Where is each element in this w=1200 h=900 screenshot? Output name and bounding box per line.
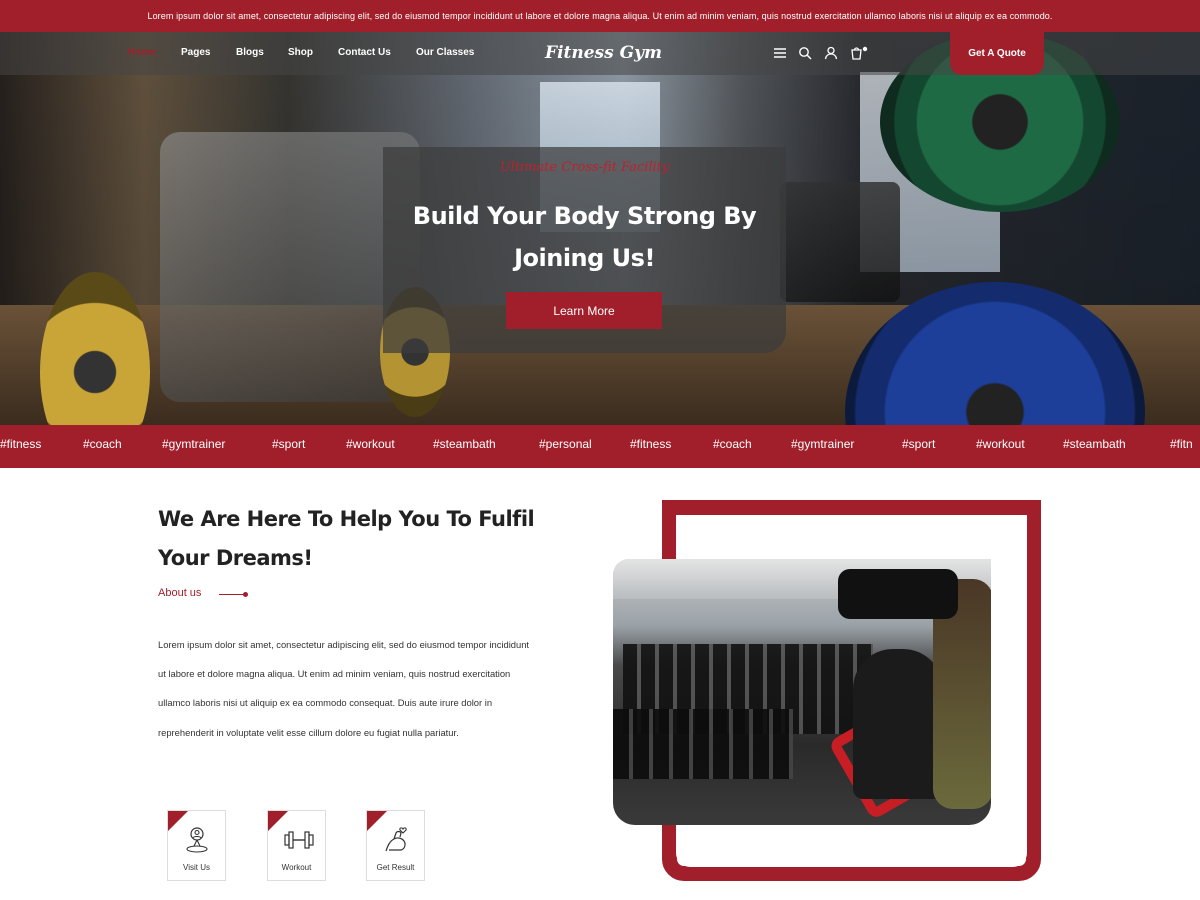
feature-label: Get Result bbox=[376, 863, 415, 872]
hashtag-marquee: #fitness #coach #gymtrainer #sport #work… bbox=[0, 425, 1200, 468]
about-divider-line bbox=[219, 594, 245, 595]
nav-item-our-classes[interactable]: Our Classes bbox=[416, 47, 474, 58]
hashtag[interactable]: #fitn bbox=[1170, 437, 1193, 451]
photo-dumbbell bbox=[838, 569, 958, 619]
hashtag[interactable]: #coach bbox=[83, 437, 122, 451]
menu-icon[interactable] bbox=[773, 46, 787, 60]
site-logo[interactable]: Fitness Gym bbox=[545, 43, 662, 63]
feature-label: Visit Us bbox=[183, 863, 210, 872]
photo-dumbbell-rack bbox=[613, 709, 793, 779]
cart-icon[interactable] bbox=[850, 46, 868, 60]
nav-item-pages[interactable]: Pages bbox=[181, 47, 210, 58]
main-navigation: Home Pages Blogs Shop Contact Us Our Cla… bbox=[0, 32, 1200, 75]
about-us-label: About us bbox=[158, 587, 202, 599]
feature-card-workout[interactable]: Workout bbox=[267, 810, 326, 881]
nav-item-blogs[interactable]: Blogs bbox=[236, 47, 264, 58]
user-icon[interactable] bbox=[824, 46, 838, 60]
dumbbell-icon bbox=[284, 825, 314, 855]
hashtag[interactable]: #sport bbox=[902, 437, 935, 451]
feature-label: Workout bbox=[281, 863, 312, 872]
hashtag[interactable]: #workout bbox=[346, 437, 395, 451]
top-announcement-bar: Lorem ipsum dolor sit amet, consectetur … bbox=[0, 0, 1200, 32]
hashtag[interactable]: #steambath bbox=[1063, 437, 1126, 451]
learn-more-button[interactable]: Learn More bbox=[506, 292, 662, 329]
hashtag[interactable]: #fitness bbox=[630, 437, 671, 451]
announcement-text: Lorem ipsum dolor sit amet, consectetur … bbox=[147, 11, 1053, 21]
gym-training-photo bbox=[613, 559, 991, 825]
hero-subtitle: Ultimate Cross-fit Facility bbox=[499, 160, 670, 175]
get-quote-button[interactable]: Get A Quote bbox=[950, 32, 1044, 75]
muscle-icon bbox=[383, 825, 409, 855]
location-icon bbox=[184, 825, 210, 855]
hero-bg-bench bbox=[780, 182, 900, 302]
photo-person bbox=[853, 649, 943, 799]
feature-card-get-result[interactable]: Get Result bbox=[366, 810, 425, 881]
hashtag[interactable]: #fitness bbox=[0, 437, 41, 451]
hashtag[interactable]: #gymtrainer bbox=[791, 437, 854, 451]
hero-title: Build Your Body Strong By Joining Us! bbox=[412, 202, 757, 272]
hero-content-box: Ultimate Cross-fit Facility Build Your B… bbox=[383, 147, 786, 353]
hashtag[interactable]: #workout bbox=[976, 437, 1025, 451]
search-icon[interactable] bbox=[798, 46, 812, 60]
feature-card-visit-us[interactable]: Visit Us bbox=[167, 810, 226, 881]
hashtag[interactable]: #gymtrainer bbox=[162, 437, 225, 451]
hashtag[interactable]: #coach bbox=[713, 437, 752, 451]
hero-bg-plate bbox=[40, 272, 150, 425]
about-text: Lorem ipsum dolor sit amet, consectetur … bbox=[158, 639, 530, 738]
hashtag[interactable]: #sport bbox=[272, 437, 305, 451]
hashtag[interactable]: #steambath bbox=[433, 437, 496, 451]
nav-item-contact-us[interactable]: Contact Us bbox=[338, 47, 391, 58]
hero-banner: Ultimate Cross-fit Facility Build Your B… bbox=[0, 32, 1200, 425]
nav-item-home[interactable]: Home bbox=[128, 47, 156, 58]
hero-bg-plate bbox=[845, 282, 1145, 425]
nav-item-shop[interactable]: Shop bbox=[288, 47, 313, 58]
hashtag[interactable]: #personal bbox=[539, 437, 592, 451]
about-divider-dot bbox=[243, 592, 248, 597]
about-title: We Are Here To Help You To Fulfil Your D… bbox=[158, 507, 535, 570]
